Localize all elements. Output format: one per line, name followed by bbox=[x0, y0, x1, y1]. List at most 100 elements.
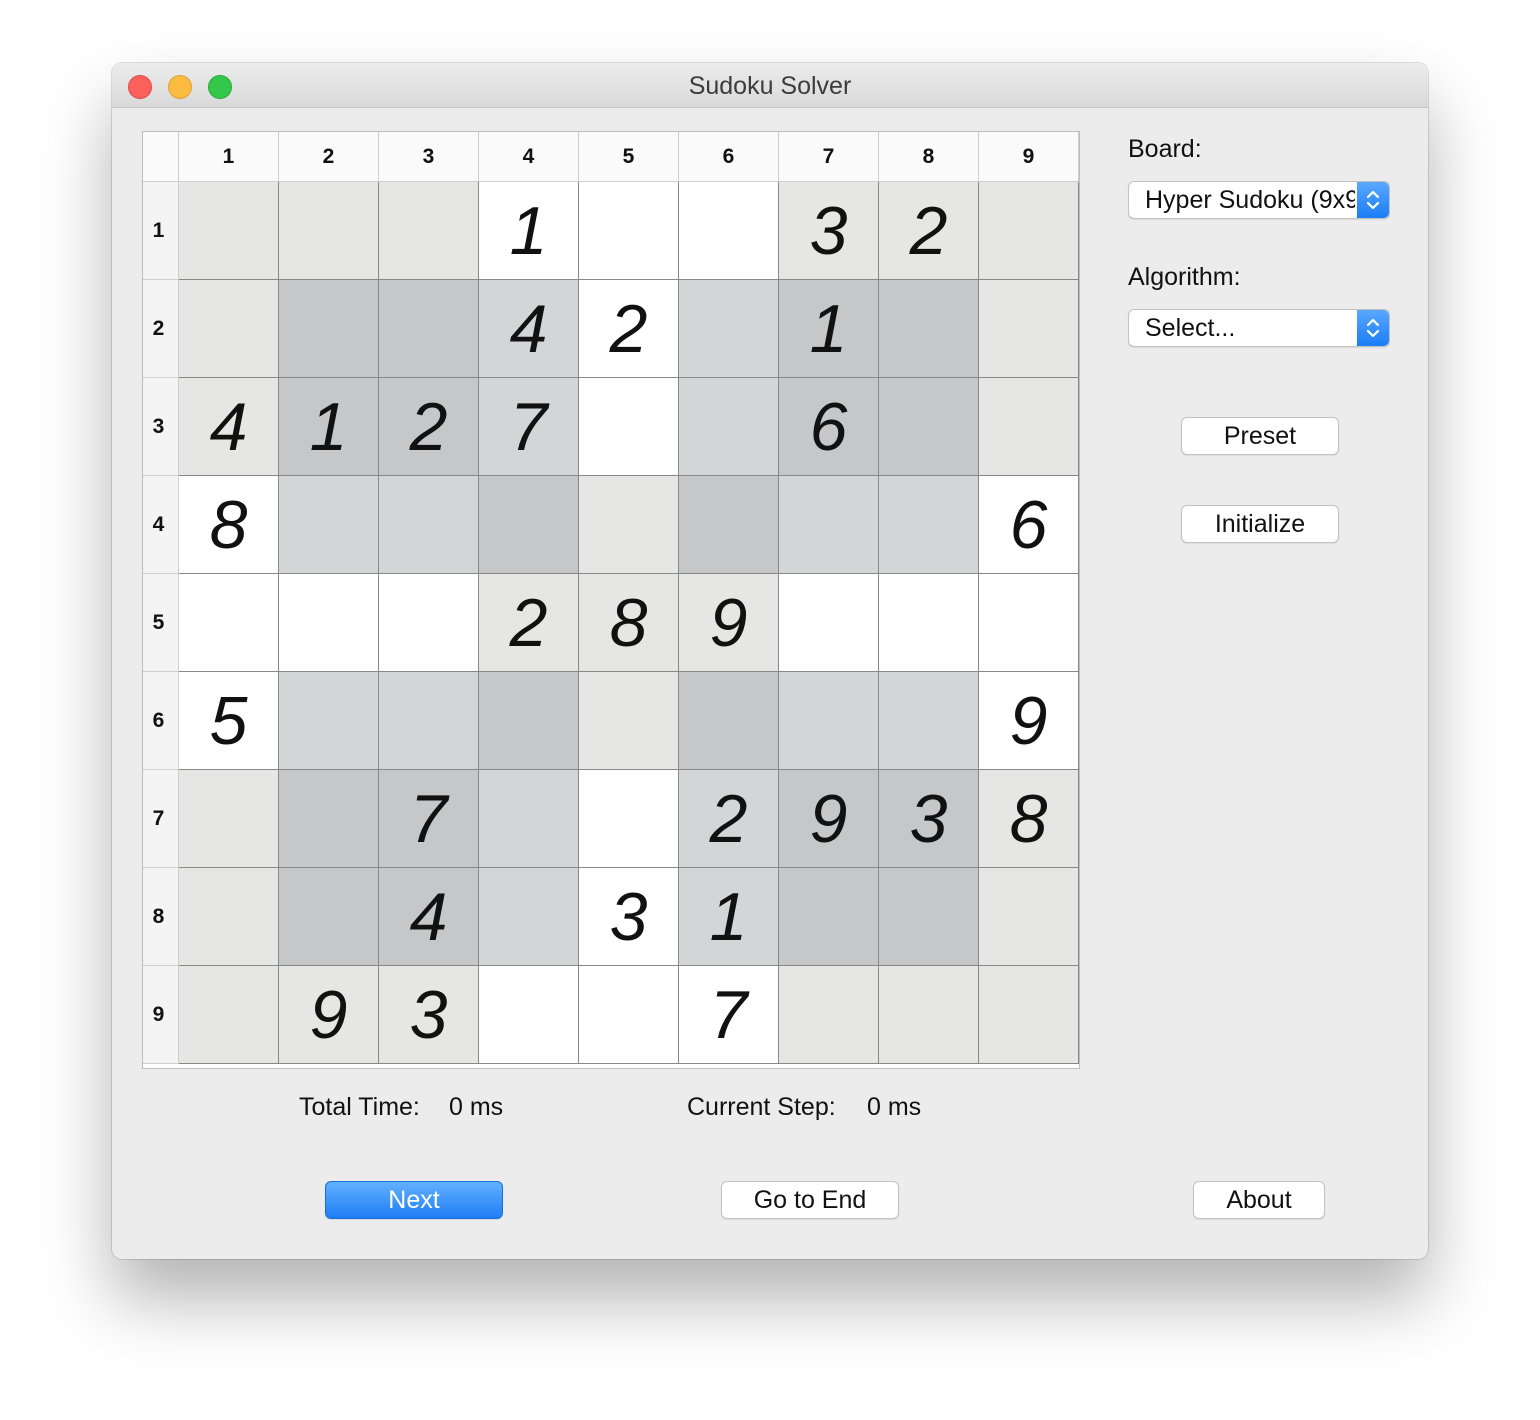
grid-cell[interactable] bbox=[779, 966, 879, 1064]
grid-cell[interactable] bbox=[979, 378, 1079, 476]
grid-cell[interactable]: 2 bbox=[479, 574, 579, 672]
grid-cell[interactable] bbox=[579, 378, 679, 476]
grid-cell[interactable]: 1 bbox=[779, 280, 879, 378]
grid-cell[interactable]: 6 bbox=[779, 378, 879, 476]
row-header: 2 bbox=[143, 280, 179, 378]
row-header: 8 bbox=[143, 868, 179, 966]
grid-cell[interactable] bbox=[279, 182, 379, 280]
grid-cell[interactable]: 7 bbox=[379, 770, 479, 868]
grid-cell[interactable]: 3 bbox=[379, 966, 479, 1064]
grid-cell[interactable]: 3 bbox=[879, 770, 979, 868]
app-window: Sudoku Solver 12345678911322421341276486… bbox=[112, 63, 1428, 1259]
grid-cell[interactable]: 9 bbox=[679, 574, 779, 672]
grid-cell[interactable] bbox=[679, 280, 779, 378]
grid-cell[interactable] bbox=[379, 574, 479, 672]
grid-cell[interactable]: 7 bbox=[679, 966, 779, 1064]
grid-cell[interactable] bbox=[279, 770, 379, 868]
grid-cell[interactable] bbox=[779, 476, 879, 574]
initialize-button[interactable]: Initialize bbox=[1181, 505, 1339, 543]
grid-cell[interactable] bbox=[879, 574, 979, 672]
grid-cell[interactable] bbox=[279, 672, 379, 770]
grid-cell[interactable] bbox=[179, 868, 279, 966]
board-select-value: Hyper Sudoku (9x9) bbox=[1145, 186, 1355, 214]
grid-cell[interactable] bbox=[879, 378, 979, 476]
grid-cell[interactable]: 2 bbox=[379, 378, 479, 476]
grid-cell[interactable] bbox=[479, 966, 579, 1064]
board-select[interactable]: Hyper Sudoku (9x9) bbox=[1128, 181, 1390, 219]
grid-cell[interactable]: 4 bbox=[479, 280, 579, 378]
grid-cell[interactable] bbox=[179, 280, 279, 378]
grid-cell[interactable]: 3 bbox=[779, 182, 879, 280]
grid-cell[interactable] bbox=[779, 574, 879, 672]
row-header: 1 bbox=[143, 182, 179, 280]
row-header: 3 bbox=[143, 378, 179, 476]
grid-cell[interactable] bbox=[379, 182, 479, 280]
grid-cell[interactable] bbox=[679, 476, 779, 574]
grid-cell[interactable] bbox=[879, 868, 979, 966]
grid-cell[interactable]: 2 bbox=[879, 182, 979, 280]
grid-cell[interactable] bbox=[579, 672, 679, 770]
grid-cell[interactable]: 1 bbox=[279, 378, 379, 476]
grid-cell[interactable] bbox=[479, 770, 579, 868]
total-time-label: Total Time: bbox=[299, 1093, 420, 1121]
grid-cell[interactable] bbox=[179, 574, 279, 672]
grid-cell[interactable] bbox=[779, 868, 879, 966]
title-bar[interactable]: Sudoku Solver bbox=[112, 63, 1428, 108]
grid-cell[interactable]: 8 bbox=[979, 770, 1079, 868]
grid-cell[interactable] bbox=[979, 966, 1079, 1064]
grid-cell[interactable]: 9 bbox=[979, 672, 1079, 770]
grid-cell[interactable] bbox=[679, 182, 779, 280]
grid-cell[interactable] bbox=[679, 672, 779, 770]
grid-cell[interactable] bbox=[379, 672, 479, 770]
grid-cell[interactable] bbox=[979, 868, 1079, 966]
grid-cell[interactable]: 4 bbox=[379, 868, 479, 966]
grid-cell[interactable] bbox=[979, 574, 1079, 672]
grid-cell[interactable] bbox=[479, 672, 579, 770]
grid-cell[interactable] bbox=[679, 378, 779, 476]
grid-cell[interactable]: 9 bbox=[279, 966, 379, 1064]
go-to-end-button[interactable]: Go to End bbox=[721, 1181, 899, 1219]
grid-cell[interactable]: 8 bbox=[579, 574, 679, 672]
grid-cell[interactable]: 6 bbox=[979, 476, 1079, 574]
grid-cell[interactable] bbox=[579, 966, 679, 1064]
about-button[interactable]: About bbox=[1193, 1181, 1325, 1219]
grid-cell[interactable] bbox=[379, 280, 479, 378]
grid-cell[interactable] bbox=[179, 966, 279, 1064]
algorithm-select-stepper-icon bbox=[1357, 310, 1389, 346]
grid-cell[interactable]: 9 bbox=[779, 770, 879, 868]
grid-cell[interactable] bbox=[479, 476, 579, 574]
grid-cell[interactable] bbox=[379, 476, 479, 574]
grid-cell[interactable] bbox=[179, 182, 279, 280]
algorithm-select[interactable]: Select... bbox=[1128, 309, 1390, 347]
preset-button[interactable]: Preset bbox=[1181, 417, 1339, 455]
grid-cell[interactable]: 5 bbox=[179, 672, 279, 770]
grid-cell[interactable] bbox=[279, 280, 379, 378]
grid-cell[interactable]: 8 bbox=[179, 476, 279, 574]
grid-cell[interactable] bbox=[579, 476, 679, 574]
grid-cell[interactable]: 7 bbox=[479, 378, 579, 476]
grid-cell[interactable] bbox=[579, 182, 679, 280]
grid-cell[interactable] bbox=[279, 476, 379, 574]
grid-cell[interactable]: 1 bbox=[479, 182, 579, 280]
grid-cell[interactable] bbox=[879, 672, 979, 770]
grid-cell[interactable]: 3 bbox=[579, 868, 679, 966]
grid-cell[interactable] bbox=[279, 868, 379, 966]
board-select-stepper-icon bbox=[1357, 182, 1389, 218]
grid-cell[interactable] bbox=[279, 574, 379, 672]
grid-cell[interactable] bbox=[979, 182, 1079, 280]
grid-cell[interactable]: 1 bbox=[679, 868, 779, 966]
grid-cell[interactable] bbox=[179, 770, 279, 868]
next-button[interactable]: Next bbox=[325, 1181, 503, 1219]
grid-cell[interactable] bbox=[979, 280, 1079, 378]
grid-cell[interactable] bbox=[479, 868, 579, 966]
grid-cell[interactable] bbox=[879, 280, 979, 378]
grid-cell[interactable]: 4 bbox=[179, 378, 279, 476]
grid-cell[interactable] bbox=[879, 966, 979, 1064]
grid-cell[interactable] bbox=[879, 476, 979, 574]
grid-cell[interactable]: 2 bbox=[579, 280, 679, 378]
grid-cell[interactable] bbox=[579, 770, 679, 868]
column-header: 1 bbox=[179, 132, 279, 182]
grid-cell[interactable]: 2 bbox=[679, 770, 779, 868]
grid-cell[interactable] bbox=[779, 672, 879, 770]
column-header: 8 bbox=[879, 132, 979, 182]
